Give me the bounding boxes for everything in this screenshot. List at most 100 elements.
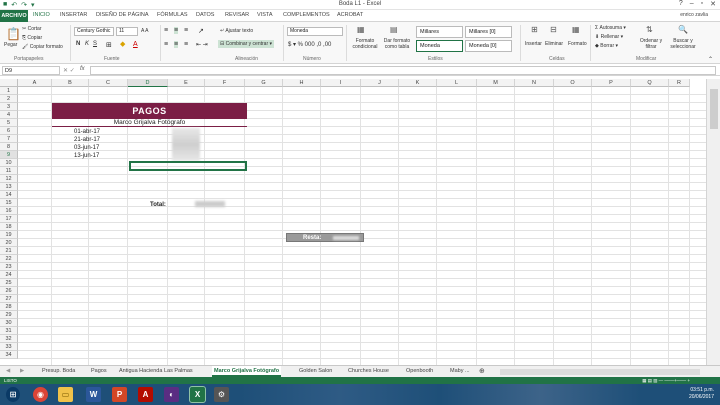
chrome-icon[interactable]: ◉: [33, 387, 48, 402]
row-header[interactable]: 15: [0, 199, 18, 207]
column-header[interactable]: N: [515, 79, 554, 87]
worksheet-grid[interactable]: ABCDEFGHIJKLMNOPQR 1 2 3 4 5 6 7 8 9 10 11 12 13 14 15…: [0, 79, 706, 365]
collapse-ribbon-icon[interactable]: ⌃: [708, 56, 713, 63]
style-moneda-0[interactable]: Moneda [0]: [465, 40, 512, 52]
row-header[interactable]: 11: [0, 167, 18, 175]
clear-button[interactable]: ◆ Borrar ▾: [595, 43, 618, 49]
insert-cells-icon[interactable]: ⊞: [531, 26, 538, 34]
style-millares[interactable]: Millares: [416, 26, 463, 38]
date-cell[interactable]: 01-abr-17: [74, 128, 100, 136]
cut-button[interactable]: ✂ Cortar: [22, 26, 42, 32]
find-select-icon[interactable]: 🔍: [678, 26, 688, 34]
font-name-select[interactable]: Century Gothic: [74, 27, 114, 36]
row-header[interactable]: 33: [0, 343, 18, 351]
row-header[interactable]: 27: [0, 295, 18, 303]
number-format-select[interactable]: Moneda: [287, 27, 343, 36]
insert-cells-button[interactable]: Insertar: [525, 41, 542, 47]
tab-addins[interactable]: COMPLEMENTOS: [283, 12, 330, 18]
italic-button[interactable]: K: [85, 41, 89, 47]
date-cell[interactable]: 21-abr-17: [74, 136, 100, 144]
indent-icon[interactable]: ⇤ ⇥: [196, 41, 208, 48]
paste-icon[interactable]: 📋: [6, 28, 21, 40]
row-header[interactable]: 31: [0, 327, 18, 335]
delete-cells-button[interactable]: Eliminar: [545, 41, 563, 47]
font-color-icon[interactable]: A: [133, 41, 138, 48]
row-header[interactable]: 3: [0, 103, 18, 111]
column-header[interactable]: D: [128, 79, 168, 87]
row-header[interactable]: 26: [0, 287, 18, 295]
column-header[interactable]: G: [245, 79, 283, 87]
style-millares-0[interactable]: Millares [0]: [465, 26, 512, 38]
scroll-thumb[interactable]: [710, 89, 718, 129]
font-size-select[interactable]: 11: [116, 27, 138, 36]
tab-view[interactable]: VISTA: [257, 12, 273, 18]
fill-color-icon[interactable]: ◆: [120, 40, 125, 48]
tab-scroll-right-icon[interactable]: ▶: [20, 366, 24, 377]
align-right-icon[interactable]: ≡: [184, 41, 188, 48]
merge-center-button[interactable]: ⊟ Combinar y centrar ▾: [218, 40, 275, 48]
new-sheet-icon[interactable]: ⊕: [479, 366, 485, 377]
file-explorer-icon[interactable]: ▭: [58, 387, 73, 402]
column-header[interactable]: Q: [631, 79, 669, 87]
column-header[interactable]: M: [477, 79, 515, 87]
sheet-tab[interactable]: Churches House: [348, 366, 389, 377]
format-cells-icon[interactable]: ▦: [572, 26, 580, 34]
row-header[interactable]: 8: [0, 143, 18, 151]
fill-button[interactable]: ⬇ Rellenar ▾: [595, 34, 623, 40]
start-button[interactable]: ⊞: [6, 387, 20, 402]
sheet-tab[interactable]: Golden Salon: [299, 366, 332, 377]
wrap-text-button[interactable]: ↵ Ajustar texto: [220, 28, 253, 34]
row-header[interactable]: 22: [0, 255, 18, 263]
column-header[interactable]: K: [399, 79, 437, 87]
date-cell[interactable]: 03-jun-17: [74, 144, 99, 152]
column-header[interactable]: A: [18, 79, 52, 87]
excel-icon[interactable]: X: [189, 386, 206, 403]
sheet-tab[interactable]: Antigua Hacienda Las Palmas: [119, 366, 193, 377]
row-header[interactable]: 7: [0, 135, 18, 143]
delete-cells-icon[interactable]: ⊟: [550, 26, 557, 34]
row-header[interactable]: 30: [0, 319, 18, 327]
column-header[interactable]: R: [669, 79, 690, 87]
total-label[interactable]: Total:: [150, 201, 166, 209]
format-cells-button[interactable]: Formato: [568, 41, 587, 47]
horizontal-scrollbar[interactable]: [500, 369, 700, 375]
style-moneda[interactable]: Moneda: [416, 40, 463, 52]
row-header[interactable]: 6: [0, 127, 18, 135]
column-header[interactable]: H: [283, 79, 321, 87]
tab-acrobat[interactable]: ACROBAT: [337, 12, 363, 18]
row-header[interactable]: 29: [0, 311, 18, 319]
column-header[interactable]: O: [554, 79, 592, 87]
conditional-format-icon[interactable]: ▦: [357, 26, 365, 34]
tab-formulas[interactable]: FÓRMULAS: [157, 12, 188, 18]
row-header[interactable]: 24: [0, 271, 18, 279]
copy-button[interactable]: ⎘ Copiar: [22, 35, 42, 41]
column-header[interactable]: E: [168, 79, 205, 87]
find-select-button[interactable]: Buscar y seleccionar: [664, 38, 702, 50]
sheet-tab[interactable]: Presup. Boda: [42, 366, 75, 377]
view-buttons[interactable]: ▦ ▤ ▥ — ───+─── +: [642, 377, 690, 384]
row-header[interactable]: 4: [0, 111, 18, 119]
cancel-enter-icons[interactable]: ✕ ✓: [63, 67, 75, 74]
column-header[interactable]: L: [437, 79, 477, 87]
format-painter-button[interactable]: 🖌 Copiar formato: [22, 44, 63, 50]
close-button[interactable]: ✕: [710, 0, 716, 8]
align-top-icon[interactable]: ≡: [164, 27, 168, 34]
date-cell[interactable]: 13-jun-17: [74, 152, 99, 160]
tab-data[interactable]: DATOS: [196, 12, 214, 18]
user-name[interactable]: enrico zavlia: [680, 12, 708, 18]
acrobat-icon[interactable]: A: [138, 387, 153, 402]
tab-page-layout[interactable]: DISEÑO DE PÁGINA: [96, 12, 149, 18]
formula-input[interactable]: [90, 66, 716, 75]
row-header[interactable]: 34: [0, 351, 18, 359]
row-header[interactable]: 12: [0, 175, 18, 183]
vertical-scrollbar[interactable]: [706, 79, 720, 365]
tab-scroll-left-icon[interactable]: ◀: [6, 366, 10, 377]
word-icon[interactable]: W: [86, 387, 101, 402]
row-header[interactable]: 21: [0, 247, 18, 255]
sheet-tab[interactable]: Pagos: [91, 366, 107, 377]
insert-function-button[interactable]: fx: [80, 66, 85, 72]
borders-icon[interactable]: ⊞: [106, 41, 112, 49]
orientation-icon[interactable]: ↗: [198, 27, 204, 35]
tab-file[interactable]: ARCHIVO: [0, 10, 28, 22]
sort-filter-icon[interactable]: ⇅: [646, 26, 653, 34]
